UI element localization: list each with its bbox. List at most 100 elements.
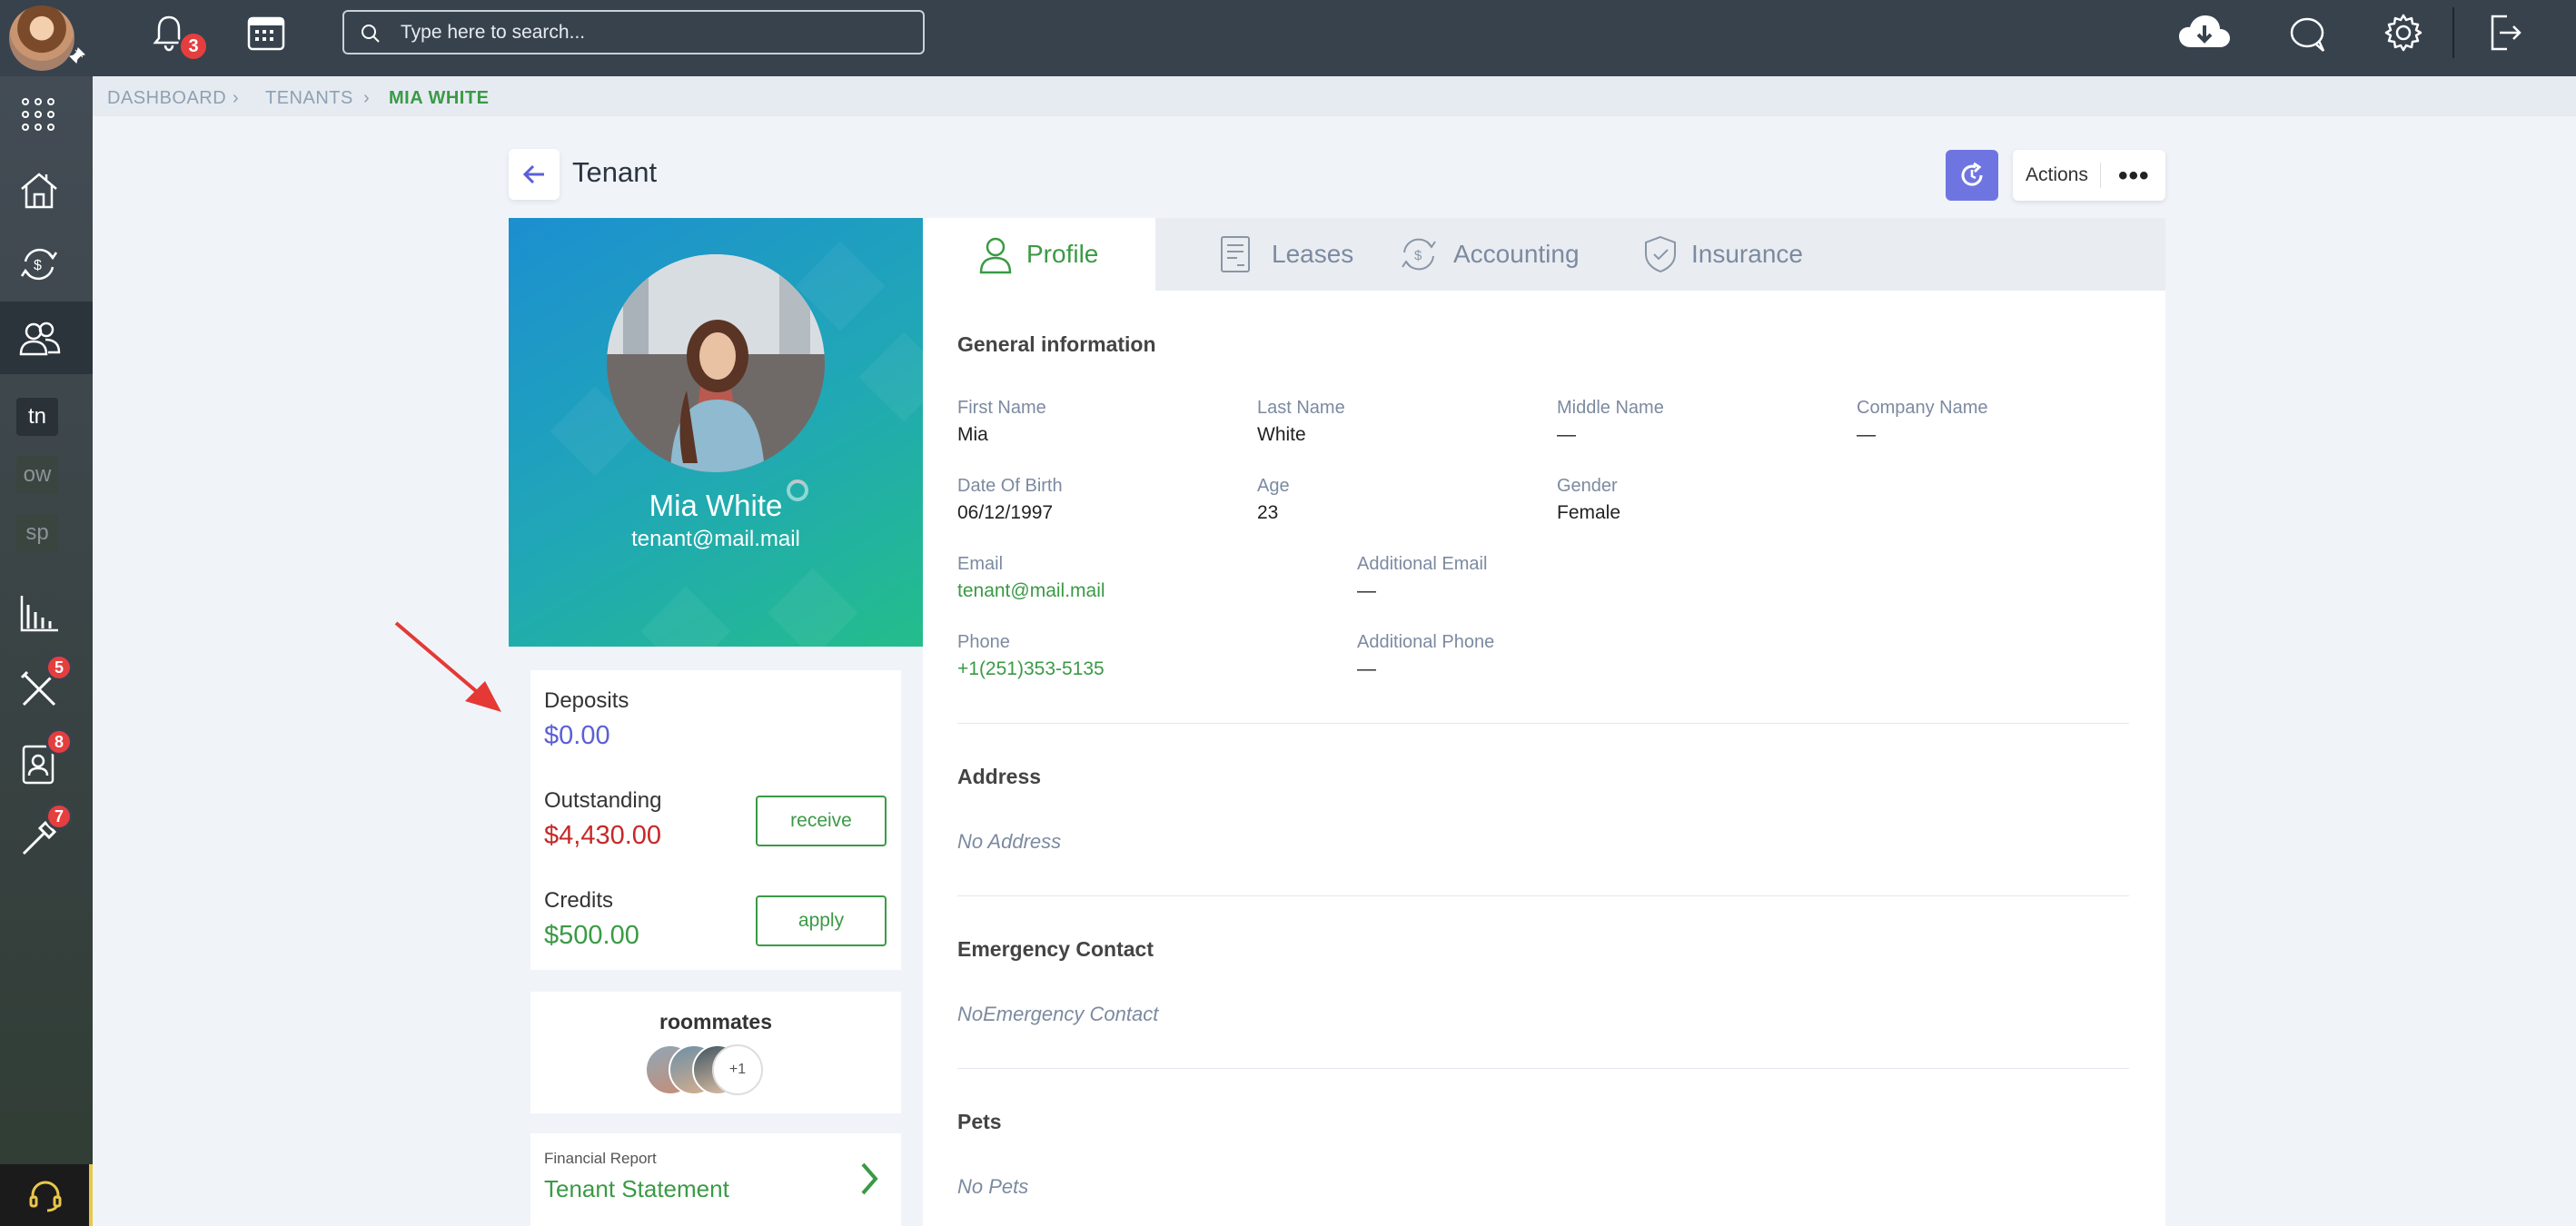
breadcrumb-dashboard[interactable]: DASHBOARD	[107, 88, 226, 109]
age-label: Age	[1257, 476, 1290, 496]
emergency-contact-empty: NoEmergency Contact	[957, 1003, 1159, 1025]
sidebar-item-tn[interactable]: tn	[16, 398, 58, 436]
sidebar-item-payments[interactable]: $	[0, 227, 93, 300]
sidebar-item-reports[interactable]	[0, 576, 93, 648]
tools-badge: 7	[45, 803, 73, 830]
general-information-title: General information	[957, 332, 1156, 356]
report-caption: Financial Report	[544, 1150, 657, 1167]
additional-email-value: —	[1357, 580, 1376, 601]
tab-accounting-label: Accounting	[1453, 240, 1580, 268]
outstanding-value: $4,430.00	[544, 821, 662, 850]
additional-phone-value: —	[1357, 658, 1376, 679]
sidebar-item-maintenance[interactable]: 5	[0, 652, 93, 725]
sidebar-item-tools[interactable]: 7	[0, 801, 93, 874]
roommates-more[interactable]: +1	[712, 1044, 763, 1095]
tab-insurance[interactable]: Insurance	[1602, 218, 1829, 291]
actions-menu[interactable]: Actions •••	[2013, 150, 2165, 201]
sidebar-item-sp[interactable]: sp	[16, 514, 58, 552]
phone-link[interactable]: +1(251)353-5135	[957, 658, 1105, 680]
tab-leases-label: Leases	[1272, 240, 1354, 268]
section-divider	[957, 1068, 2129, 1069]
roommates-title: roommates	[659, 1010, 772, 1033]
more-options-icon[interactable]: •••	[2118, 161, 2150, 192]
maintenance-badge: 5	[45, 654, 73, 681]
additional-phone-label: Additional Phone	[1357, 632, 1495, 652]
date-of-birth-label: Date Of Birth	[957, 476, 1063, 496]
tab-insurance-label: Insurance	[1691, 240, 1803, 268]
pets-title: Pets	[957, 1110, 1002, 1133]
sidebar-item-apps[interactable]	[0, 78, 93, 151]
sidebar-item-ow[interactable]: ow	[16, 456, 58, 494]
refresh-icon	[1961, 162, 1983, 186]
chat-icon[interactable]	[2287, 15, 2329, 54]
email-label: Email	[957, 554, 1004, 574]
notification-badge: 3	[178, 31, 209, 62]
report-title: Tenant Statement	[544, 1175, 729, 1202]
middle-name-value: —	[1557, 424, 1576, 445]
additional-email-label: Additional Email	[1357, 554, 1488, 574]
sidebar: $ tn ow sp 5 8 7	[0, 76, 93, 1226]
tab-leases[interactable]: Leases	[1155, 218, 1364, 291]
profile-content: General information First Name Mia Last …	[923, 291, 2165, 1226]
tab-accounting[interactable]: $ Accounting	[1364, 218, 1602, 291]
email-link[interactable]: tenant@mail.mail	[957, 580, 1105, 602]
sidebar-item-applications[interactable]: 8	[0, 727, 93, 799]
pin-icon[interactable]	[67, 45, 87, 65]
emergency-contact-title: Emergency Contact	[957, 937, 1154, 961]
user-avatar[interactable]	[9, 5, 74, 71]
first-name-value: Mia	[957, 424, 988, 445]
tab-profile[interactable]: Profile	[923, 218, 1155, 291]
receive-button[interactable]: receive	[756, 796, 887, 846]
svg-text:$: $	[34, 258, 42, 273]
apply-button[interactable]: apply	[756, 895, 887, 946]
red-arrow-annotation	[394, 621, 501, 712]
section-divider	[957, 895, 2129, 896]
decor-diamond	[858, 331, 923, 422]
company-name-label: Company Name	[1857, 398, 1988, 418]
logout-icon[interactable]	[2487, 13, 2523, 53]
back-button[interactable]	[509, 149, 560, 200]
decor-diamond	[768, 568, 858, 647]
breadcrumb-current: MIA WHITE	[389, 88, 490, 108]
search-icon	[362, 25, 380, 43]
shield-icon	[1645, 235, 1676, 273]
last-name-label: Last Name	[1257, 398, 1345, 418]
company-name-value: —	[1857, 424, 1876, 445]
tenant-statement-link[interactable]: Financial Report Tenant Statement	[530, 1133, 901, 1226]
last-name-value: White	[1257, 424, 1306, 445]
pets-empty: No Pets	[957, 1175, 1029, 1198]
breadcrumb-tenants[interactable]: TENANTS	[265, 88, 353, 109]
tenant-name: Mia White	[649, 489, 783, 522]
middle-name-label: Middle Name	[1557, 398, 1664, 418]
breadcrumb: DASHBOARD › TENANTS › MIA WHITE	[93, 76, 2576, 116]
deposits-label: Deposits	[544, 688, 629, 713]
calendar-icon[interactable]	[245, 13, 287, 53]
gender-label: Gender	[1557, 476, 1618, 496]
tab-profile-label: Profile	[1026, 240, 1099, 268]
profile-tabs: Profile Leases $ Accounting Insurance	[923, 218, 2165, 291]
accounting-icon: $	[1402, 238, 1436, 271]
actions-button[interactable]: Actions	[2026, 164, 2088, 186]
sidebar-item-properties[interactable]	[0, 153, 93, 225]
search-input[interactable]	[401, 17, 909, 47]
refresh-button[interactable]	[1946, 150, 1998, 201]
gear-icon[interactable]	[2383, 13, 2423, 53]
photo-illustration	[607, 254, 825, 472]
sidebar-item-tenants[interactable]	[0, 302, 93, 374]
search-box[interactable]	[342, 10, 925, 54]
applications-badge: 8	[45, 728, 73, 756]
phone-label: Phone	[957, 632, 1010, 652]
help-button[interactable]	[0, 1164, 93, 1226]
cloud-download-icon[interactable]	[2176, 13, 2233, 53]
arrow-left-icon	[522, 164, 544, 184]
tenant-photo[interactable]	[607, 254, 825, 472]
topbar-divider	[2452, 7, 2454, 58]
apps-grid-icon	[22, 98, 54, 131]
roommates-card: roommates +1	[530, 992, 901, 1113]
tenants-icon	[19, 321, 61, 356]
age-value: 23	[1257, 502, 1279, 523]
tenant-email: tenant@mail.mail	[631, 527, 800, 551]
first-name-label: First Name	[957, 398, 1046, 418]
payments-icon: $	[20, 248, 58, 281]
page-title: Tenant	[572, 156, 658, 188]
